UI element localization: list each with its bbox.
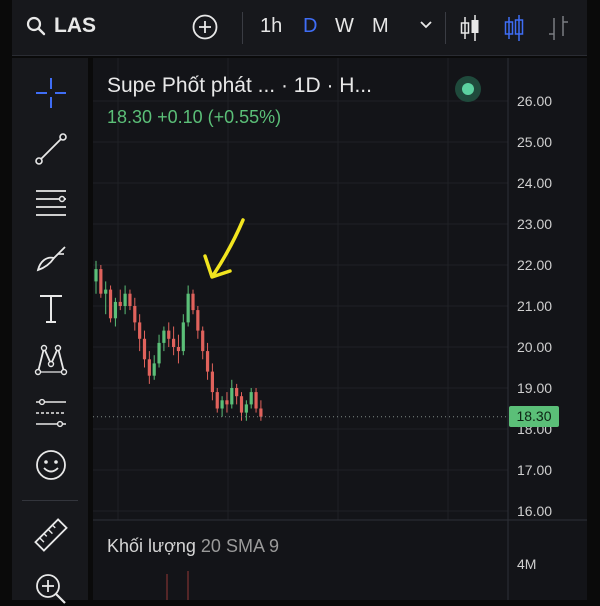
price-quote: 18.30 +0.10 (+0.55%) [107, 107, 281, 128]
volume-axis-label: 4M [517, 556, 536, 572]
candle-body [147, 359, 151, 376]
top-toolbar: LAS 1h D W M [12, 0, 587, 56]
hollow-candles-chart-type-icon[interactable] [502, 14, 526, 42]
chart-pane[interactable]: 26.00 25.00 24.00 23.00 22.00 21.00 20.00 19.00… [93, 58, 587, 600]
candle-body [249, 392, 253, 405]
symbol-name: LAS [54, 14, 96, 37]
timeframe-m[interactable]: M [372, 15, 389, 38]
candle-body [259, 408, 263, 417]
prediction-tool-icon[interactable] [34, 396, 68, 430]
candle-body [210, 371, 214, 393]
candle-body [235, 388, 239, 397]
candle-body [108, 289, 113, 319]
pattern-tool-icon[interactable] [34, 342, 68, 376]
y-axis-tick-label: 20.00 [517, 339, 552, 355]
y-axis-tick-label: 26.00 [517, 93, 552, 109]
candle-body [215, 392, 219, 409]
price-chart[interactable]: 26.00 25.00 24.00 23.00 22.00 21.00 20.00 19.00… [93, 58, 587, 600]
candles-chart-type-icon[interactable] [458, 14, 482, 42]
drawing-toolbar [12, 58, 88, 604]
price-change: +0.10 [157, 107, 203, 127]
candle-body [133, 306, 137, 323]
candle-body [167, 330, 171, 339]
volume-indicator-label[interactable]: Khối lượng 20 SMA 9 [107, 536, 279, 557]
candle-body [138, 322, 142, 339]
symbol-search[interactable]: LAS [26, 14, 96, 38]
candle-body [244, 404, 248, 413]
candle-body [191, 293, 195, 311]
zoom-in-icon[interactable] [34, 572, 68, 606]
trend-line-icon[interactable] [34, 132, 68, 166]
candle-body [230, 388, 234, 405]
timeframe-1h[interactable]: 1h [260, 15, 282, 38]
y-axis-tick-label: 16.00 [517, 503, 552, 519]
candle-body [239, 396, 244, 413]
candle-body [201, 330, 205, 352]
timeframe-d[interactable]: D [303, 15, 317, 38]
y-axis-tick-label: 24.00 [517, 175, 552, 191]
candle-body [196, 310, 200, 331]
market-status-indicator[interactable] [455, 76, 481, 102]
brush-icon[interactable] [34, 240, 68, 274]
emoji-icon[interactable] [34, 448, 68, 482]
chevron-down-icon[interactable] [419, 20, 433, 30]
ruler-icon[interactable] [34, 518, 68, 552]
candle-body [128, 293, 132, 306]
candle-body [172, 338, 176, 347]
candle-body [123, 293, 127, 306]
price-change-pct: (+0.55%) [207, 107, 282, 127]
bars-chart-type-icon[interactable] [546, 14, 570, 42]
timeframe-w[interactable]: W [335, 15, 354, 38]
candle-body [186, 293, 190, 323]
fib-retracement-icon[interactable] [34, 186, 68, 220]
candle-body [220, 400, 224, 409]
candle-body [225, 400, 229, 405]
candle-body [94, 269, 98, 282]
y-axis-tick-label: 21.00 [517, 298, 552, 314]
y-axis-tick-label: 19.00 [517, 380, 552, 396]
chart-title[interactable]: Supe Phốt phát ... · 1D · H... [107, 74, 372, 98]
y-axis-tick-label: 25.00 [517, 134, 552, 150]
candle-body [254, 392, 258, 409]
candle-body [118, 301, 122, 306]
candle-body [99, 269, 103, 294]
volume-params: 20 SMA 9 [200, 536, 279, 556]
volume-label: Khối lượng [107, 536, 196, 556]
add-symbol-button[interactable] [192, 14, 218, 40]
candle-body [104, 289, 108, 294]
candle-body [152, 363, 156, 376]
divider [445, 12, 446, 44]
candle-body [181, 322, 185, 352]
search-icon [26, 16, 46, 36]
y-axis-tick-label: 17.00 [517, 462, 552, 478]
divider [242, 12, 243, 44]
crosshair-icon[interactable] [34, 76, 68, 110]
last-price-tag: 18.30 [509, 406, 559, 427]
y-axis-tick-label: 22.00 [517, 257, 552, 273]
candle-body [162, 330, 166, 343]
candle-body [113, 301, 117, 319]
last-price: 18.30 [107, 107, 153, 127]
y-axis-tick-label: 23.00 [517, 216, 552, 232]
divider [22, 500, 78, 501]
candle-body [142, 338, 147, 360]
candle-body [157, 342, 161, 364]
candle-body [205, 351, 210, 372]
candle-body [176, 347, 181, 352]
text-tool-icon[interactable] [34, 292, 68, 326]
